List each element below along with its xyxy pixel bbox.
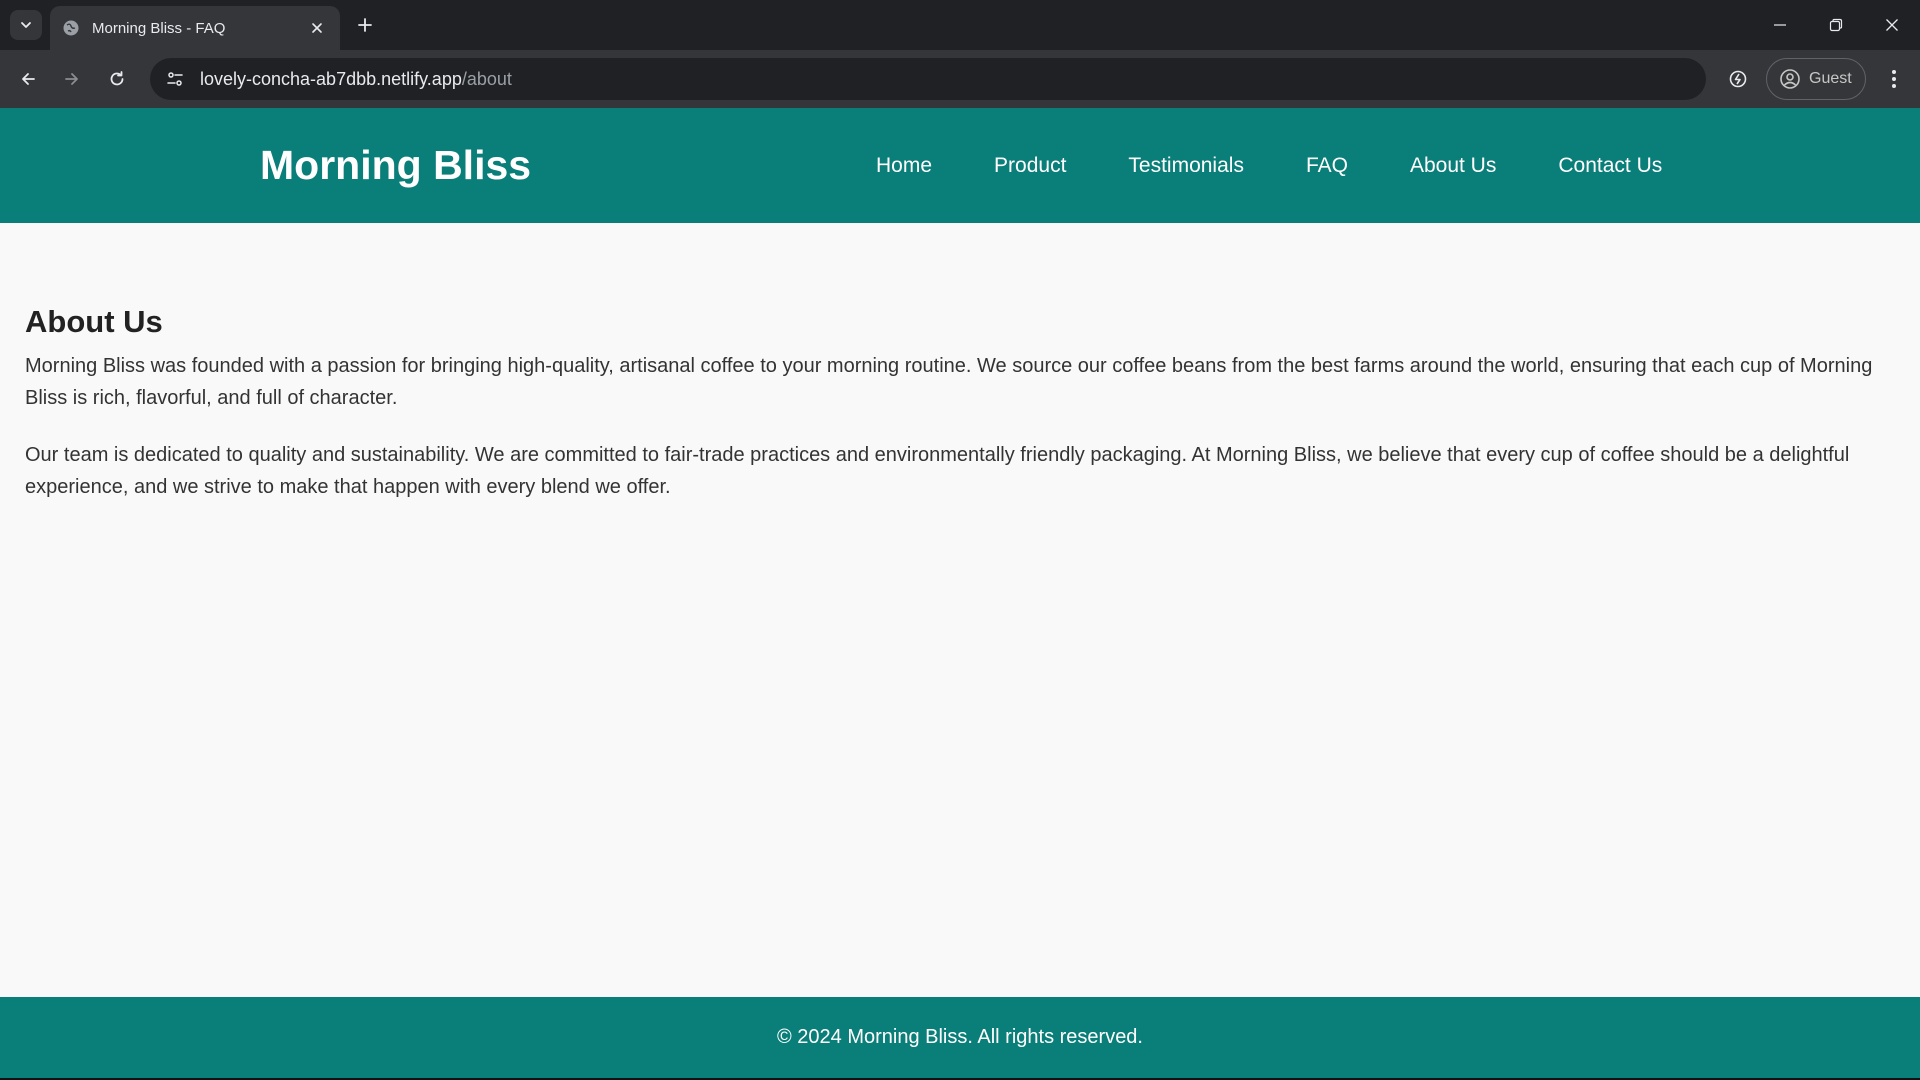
account-circle-icon <box>1780 69 1800 89</box>
restore-button[interactable] <box>1808 0 1864 50</box>
site-brand[interactable]: Morning Bliss <box>260 142 531 189</box>
main-nav: Home Product Testimonials FAQ About Us C… <box>876 154 1662 178</box>
browser-titlebar: Morning Bliss - FAQ <box>0 0 1920 50</box>
tab-title: Morning Bliss - FAQ <box>92 19 226 37</box>
arrow-right-icon <box>65 73 78 85</box>
url-host: lovely-concha-ab7dbb.netlify.app <box>200 68 462 89</box>
profile-button[interactable]: Guest <box>1766 58 1866 100</box>
close-icon <box>312 23 322 33</box>
restore-icon <box>1829 18 1843 32</box>
about-paragraph: Our team is dedicated to quality and sus… <box>25 444 1850 498</box>
site-header: Morning Bliss Home Product Testimonials … <box>0 108 1920 223</box>
page-viewport: Morning Bliss Home Product Testimonials … <box>0 108 1920 1078</box>
nav-home[interactable]: Home <box>876 154 932 178</box>
about-paragraph: Morning Bliss was founded with a passion… <box>25 355 1873 409</box>
nav-contact-us[interactable]: Contact Us <box>1558 154 1662 178</box>
arrow-left-icon <box>22 73 35 85</box>
tab-search-button[interactable] <box>10 10 42 40</box>
plus-icon <box>358 18 372 32</box>
chevron-down-icon <box>21 22 31 28</box>
globe-icon <box>62 19 80 37</box>
performance-icon <box>1729 70 1747 88</box>
performance-button[interactable] <box>1722 63 1754 95</box>
nav-about-us[interactable]: About Us <box>1410 154 1496 178</box>
browser-toolbar: lovely-concha-ab7dbb.netlify.app/about G… <box>0 50 1920 108</box>
tab-close-button[interactable] <box>306 17 328 39</box>
reload-icon <box>110 71 124 86</box>
nav-testimonials[interactable]: Testimonials <box>1128 154 1244 178</box>
tune-icon <box>167 72 183 86</box>
nav-faq[interactable]: FAQ <box>1306 154 1348 178</box>
forward-button[interactable] <box>56 63 88 95</box>
window-controls <box>1752 0 1920 50</box>
page-title: About Us <box>25 304 163 339</box>
minimize-button[interactable] <box>1752 0 1808 50</box>
profile-label: Guest <box>1809 70 1852 87</box>
site-footer: © 2024 Morning Bliss. All rights reserve… <box>0 997 1920 1078</box>
new-tab-button[interactable] <box>352 12 378 38</box>
site-info-button[interactable] <box>160 64 190 94</box>
more-vert-icon <box>1892 70 1896 88</box>
close-window-button[interactable] <box>1864 0 1920 50</box>
reload-button[interactable] <box>101 63 133 95</box>
about-section: About Us Morning Bliss was founded with … <box>25 304 1895 528</box>
minimize-icon <box>1774 24 1786 26</box>
url-text: lovely-concha-ab7dbb.netlify.app/about <box>200 69 512 90</box>
back-button[interactable] <box>12 63 44 95</box>
close-icon <box>1886 19 1898 31</box>
browser-tab-active[interactable]: Morning Bliss - FAQ <box>50 6 340 50</box>
footer-copyright: © 2024 Morning Bliss. All rights reserve… <box>776 1026 1143 1048</box>
url-path: /about <box>461 68 512 89</box>
nav-product[interactable]: Product <box>994 154 1066 178</box>
address-bar[interactable]: lovely-concha-ab7dbb.netlify.app/about <box>150 58 1706 100</box>
browser-menu-button[interactable] <box>1878 63 1910 95</box>
